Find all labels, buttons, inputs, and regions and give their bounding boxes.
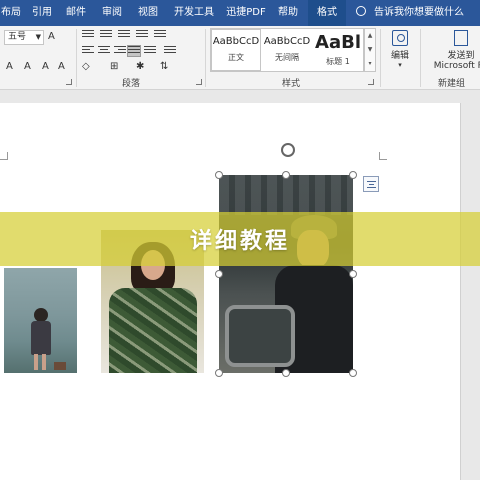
tell-me-box[interactable]: 告诉我你想要做什么	[356, 0, 464, 26]
crop-mark	[379, 152, 387, 160]
styles-dialog-launcher[interactable]	[368, 79, 374, 85]
paragraph-dialog-launcher[interactable]	[196, 79, 202, 85]
highlight-icon[interactable]: A	[24, 61, 31, 73]
style-name: 标题 1	[326, 57, 350, 66]
resize-handle-sw[interactable]	[215, 369, 223, 377]
tab-references[interactable]: 引用	[28, 0, 56, 26]
increase-indent-icon[interactable]	[154, 30, 166, 40]
align-center-icon[interactable]	[98, 46, 110, 56]
tab-mailings[interactable]: 邮件	[62, 0, 90, 26]
numbering-icon[interactable]	[100, 30, 112, 40]
style-name: 正文	[228, 53, 244, 62]
styles-group-label: 样式	[282, 79, 301, 89]
lightbulb-icon	[356, 6, 366, 16]
editing-label: 编辑	[390, 51, 409, 61]
banner-title: 详细教程	[189, 229, 290, 254]
tab-xunjie-pdf[interactable]: 迅捷PDF	[224, 0, 268, 26]
font-dialog-launcher[interactable]	[66, 79, 72, 85]
chevron-down-icon: ▾	[398, 61, 402, 69]
style-sample: AaBbCcD	[263, 36, 311, 47]
rotate-handle-icon[interactable]	[281, 143, 295, 157]
crop-mark	[0, 152, 8, 160]
style-sample: AaBbCcD	[212, 36, 260, 47]
resize-handle-nw[interactable]	[215, 171, 223, 179]
style-heading-1[interactable]: AaBl 标题 1	[313, 29, 363, 71]
borders-icon[interactable]: ⊞	[110, 61, 118, 73]
resize-handle-se[interactable]	[349, 369, 357, 377]
text-effects-icon[interactable]: A	[6, 61, 13, 73]
photo-bag	[54, 362, 66, 370]
font-size-value: 五号	[8, 32, 27, 42]
new-group-label: 新建组	[438, 79, 466, 89]
tab-format[interactable]: 格式	[308, 0, 346, 26]
sort-icon[interactable]: ⇅	[160, 61, 168, 73]
tab-layout[interactable]: 布局	[0, 0, 22, 26]
resize-handle-ne[interactable]	[349, 171, 357, 179]
multilevel-list-icon[interactable]	[118, 30, 130, 40]
asian-layout-icon[interactable]: ✱	[136, 61, 144, 73]
style-normal[interactable]: AaBbCcD 正文	[211, 29, 261, 71]
char-shading-icon[interactable]: A	[58, 61, 65, 73]
divider	[420, 29, 421, 87]
photo-background-building	[219, 175, 353, 215]
photo-subject-dress	[109, 288, 197, 373]
shading-icon[interactable]: ◇	[82, 61, 90, 73]
find-icon	[392, 30, 408, 46]
style-no-spacing[interactable]: AaBbCcD 无间隔	[262, 29, 312, 71]
send-label-1: 发送到	[447, 51, 475, 61]
distributed-icon[interactable]	[144, 46, 156, 56]
chevron-down-icon: ▼	[35, 33, 41, 41]
resize-handle-w[interactable]	[215, 270, 223, 278]
photo-subject-leg	[34, 354, 38, 370]
layout-options-icon[interactable]	[363, 176, 379, 192]
styles-scroll[interactable]: ▲ ▼ ▾	[364, 28, 376, 72]
ribbon-tab-bar: 布局 引用 邮件 审阅 视图 开发工具 迅捷PDF 帮助 格式 告诉我你想要做什…	[0, 0, 480, 26]
align-right-icon[interactable]	[114, 46, 126, 56]
photo-subject-head	[34, 308, 48, 322]
line-spacing-icon[interactable]	[164, 46, 176, 56]
divider	[205, 29, 206, 87]
tab-review[interactable]: 审阅	[98, 0, 126, 26]
tutorial-banner: 详细教程	[0, 212, 480, 266]
font-color-icon[interactable]: A	[42, 61, 49, 73]
decrease-indent-icon[interactable]	[136, 30, 148, 40]
paragraph-group-label: 段落	[122, 79, 141, 89]
send-to-button[interactable]: 发送到 Microsoft Po	[426, 28, 480, 71]
send-label-2: Microsoft Po	[433, 61, 480, 71]
photo-subject-leg	[42, 354, 46, 370]
photo-motorbike	[225, 305, 295, 367]
photo-girl-motorbike[interactable]	[219, 175, 353, 373]
divider	[76, 29, 77, 87]
bullets-icon[interactable]	[82, 30, 94, 40]
resize-handle-s[interactable]	[282, 369, 290, 377]
tell-me-text: 告诉我你想要做什么	[374, 7, 464, 18]
font-size-select[interactable]: 五号 ▼	[4, 30, 44, 45]
style-sample: AaBl	[315, 32, 361, 53]
editing-button[interactable]: 编辑 ▾	[384, 28, 416, 69]
tab-developer[interactable]: 开发工具	[170, 0, 218, 26]
ribbon: 五号 ▼ A A A A A ◇ ⊞ ✱ ⇅ 段落 AaBbCcD 正文 AaBb…	[0, 26, 480, 90]
resize-handle-e[interactable]	[349, 270, 357, 278]
photo-girl-umbrella[interactable]	[4, 268, 77, 373]
resize-handle-n[interactable]	[282, 171, 290, 179]
style-name: 无间隔	[275, 53, 299, 62]
tab-view[interactable]: 视图	[134, 0, 162, 26]
divider	[380, 29, 381, 87]
justify-icon[interactable]	[127, 45, 141, 57]
styles-gallery: AaBbCcD 正文 AaBbCcD 无间隔 AaBl 标题 1	[210, 28, 364, 72]
send-icon	[454, 30, 468, 46]
grow-font-icon[interactable]: A	[48, 31, 55, 43]
align-left-icon[interactable]	[82, 46, 94, 56]
tab-help[interactable]: 帮助	[274, 0, 302, 26]
photo-subject-body	[31, 321, 51, 355]
